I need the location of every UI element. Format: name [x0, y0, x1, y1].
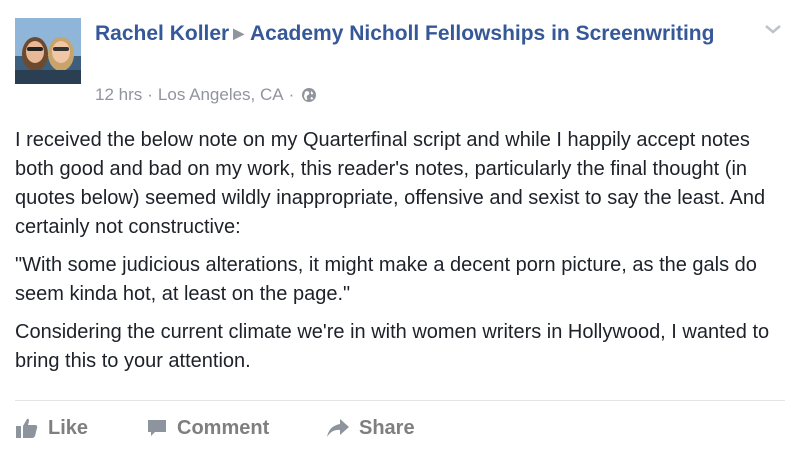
- globe-icon[interactable]: [301, 87, 317, 103]
- share-label: Share: [359, 416, 415, 439]
- comment-bubble-icon: [148, 420, 166, 436]
- share-button[interactable]: Share: [326, 417, 415, 440]
- divider: [15, 400, 785, 401]
- target-page-link[interactable]: Academy Nicholl Fellowships in Screenwri…: [250, 22, 714, 45]
- post-paragraph: "With some judicious alterations, it mig…: [15, 254, 757, 305]
- comment-label: Comment: [177, 416, 270, 439]
- meta-separator: ·: [147, 85, 153, 104]
- facebook-post: Rachel Koller ▶ Academy Nicholl Fellowship…: [0, 0, 800, 450]
- post-actions-bar: Like Comment Share: [15, 413, 415, 443]
- like-label: Like: [48, 416, 89, 439]
- post-paragraph: I received the below note on my Quarterf…: [15, 129, 766, 238]
- comment-button[interactable]: Comment: [146, 417, 326, 440]
- timestamp-link[interactable]: 12 hrs: [95, 84, 142, 106]
- thumbs-up-icon: [16, 418, 38, 438]
- post-header-title: Rachel Koller ▶ Academy Nicholl Fellowship…: [95, 19, 745, 50]
- meta-separator: ·: [288, 85, 295, 104]
- location-link[interactable]: Los Angeles, CA: [158, 84, 284, 106]
- post-options-chevron-down-icon[interactable]: [764, 22, 782, 36]
- author-name-link[interactable]: Rachel Koller: [95, 22, 229, 45]
- share-arrow-icon: [327, 419, 349, 437]
- post-meta: 12 hrs · Los Angeles, CA ·: [95, 84, 317, 106]
- posted-to-arrow-icon: ▶: [233, 25, 244, 41]
- avatar[interactable]: [15, 18, 81, 84]
- post-paragraph: Considering the current climate we're in…: [15, 321, 770, 372]
- post-body: I received the below note on my Quarterf…: [15, 126, 790, 385]
- like-button[interactable]: Like: [15, 417, 146, 440]
